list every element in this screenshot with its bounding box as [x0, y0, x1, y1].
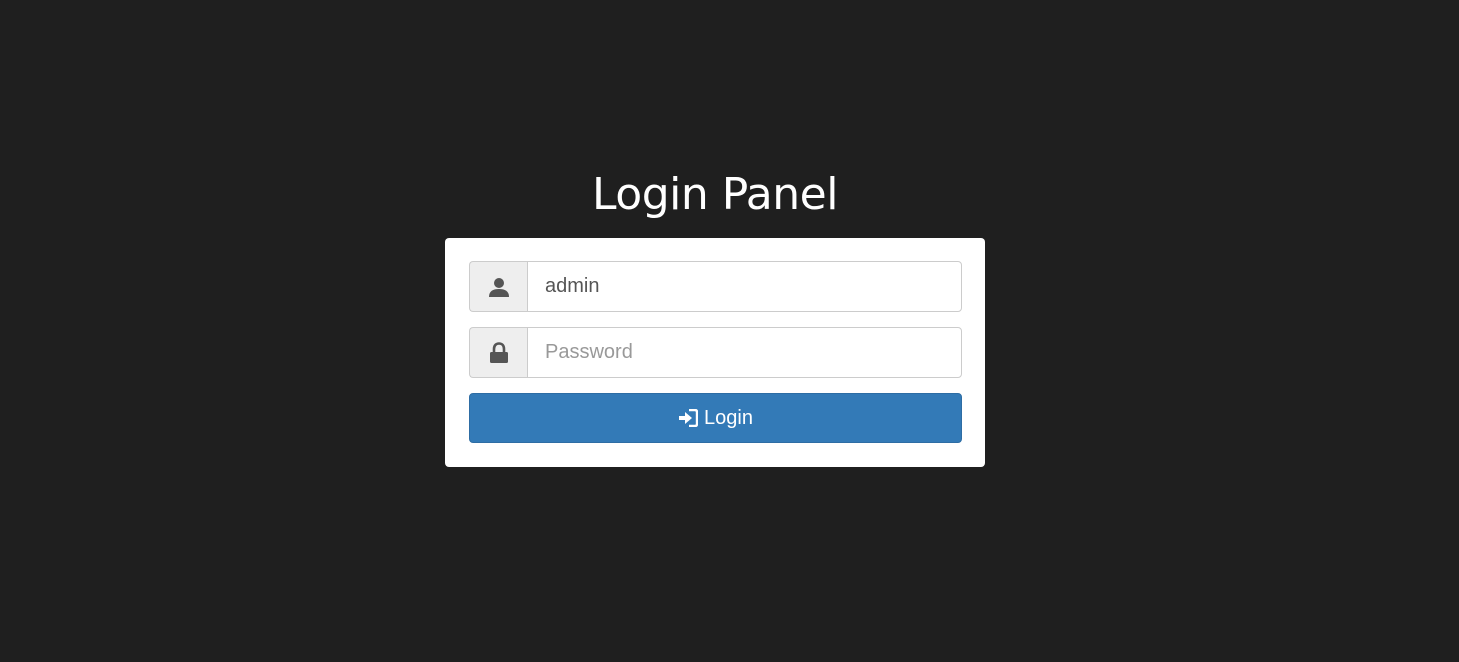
page-title: Login Panel: [592, 169, 838, 220]
login-button-label: Login: [704, 406, 753, 429]
login-panel: Login: [445, 238, 985, 467]
username-input-group: [469, 261, 962, 312]
username-input[interactable]: [527, 261, 962, 312]
login-button[interactable]: Login: [469, 393, 962, 443]
user-icon: [488, 277, 509, 297]
password-input-group: [469, 327, 962, 378]
password-addon: [469, 327, 527, 378]
password-input[interactable]: [527, 327, 962, 378]
login-page: Login Panel admin Login: [0, 0, 1459, 662]
username-addon: [469, 261, 527, 312]
lock-icon: [489, 341, 508, 363]
sign-in-icon: [679, 409, 699, 427]
